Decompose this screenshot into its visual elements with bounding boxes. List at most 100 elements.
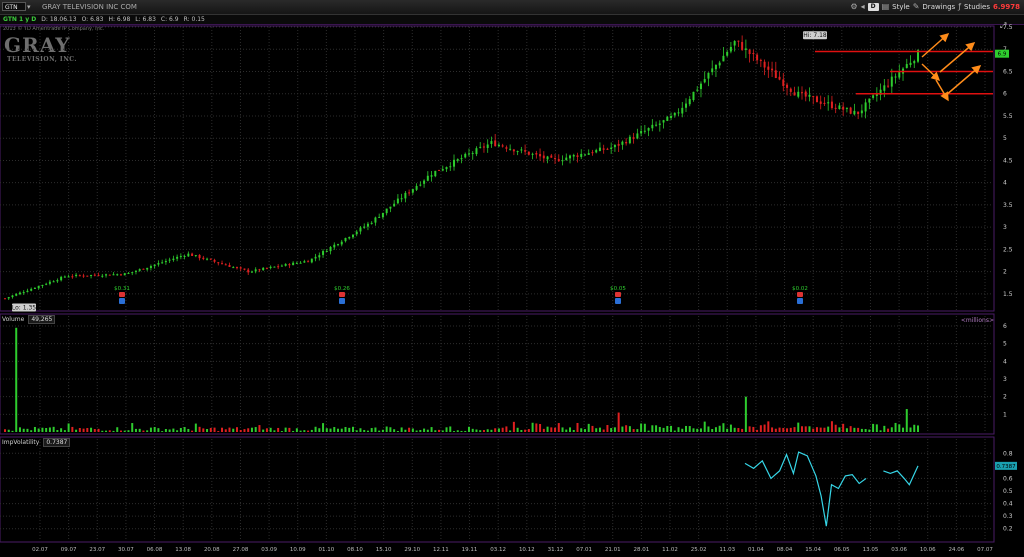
volume-bar — [269, 427, 272, 432]
volume-bar — [355, 430, 358, 432]
volume-bar — [801, 426, 804, 432]
volume-bar — [389, 427, 392, 432]
volume-bar — [153, 427, 156, 432]
candle-body — [37, 285, 40, 289]
volume-bar — [235, 427, 238, 432]
volume-bar — [243, 429, 246, 432]
candle-body — [647, 128, 650, 131]
iv-line — [744, 451, 867, 527]
volume-bar — [385, 426, 388, 432]
candle-body — [613, 144, 616, 148]
volume-bar — [482, 430, 485, 432]
candle-body — [344, 237, 347, 242]
volume-bar — [408, 427, 411, 432]
volume-bar — [217, 431, 220, 432]
candle-body — [138, 269, 141, 271]
candle-body — [134, 270, 137, 272]
event-icon — [797, 298, 803, 304]
volume-label-group: Volume 49,265 — [2, 315, 56, 324]
candle-body — [221, 263, 224, 265]
candle-body — [63, 276, 66, 278]
candle-body — [247, 269, 250, 273]
candle-body — [333, 244, 336, 248]
x-tick-label: 07.01 — [576, 547, 592, 553]
candle-body — [509, 148, 512, 150]
candle-body — [243, 268, 246, 270]
candle-body — [782, 79, 785, 86]
candle-body — [890, 76, 893, 87]
volume-bar — [105, 430, 108, 432]
volume-bar — [351, 426, 354, 432]
candle-body — [430, 175, 433, 177]
candle-body — [108, 274, 111, 276]
candle-body — [363, 226, 366, 228]
volume-bar — [527, 429, 530, 432]
candle-body — [569, 155, 572, 159]
candle-body — [501, 145, 504, 147]
volume-bar — [262, 429, 265, 432]
candle-body — [15, 293, 18, 296]
volume-bar — [557, 423, 560, 432]
x-tick-label: 01.04 — [748, 547, 764, 553]
candle-body — [329, 246, 332, 252]
volume-bar — [812, 428, 815, 432]
candle-body — [419, 184, 422, 186]
volume-bar — [202, 428, 205, 432]
volume-bar — [494, 428, 497, 432]
candle-body — [565, 157, 568, 161]
candle-body — [209, 258, 212, 260]
candle-body — [101, 275, 104, 277]
volume-bar — [280, 431, 283, 432]
candle-body — [206, 258, 209, 260]
volume-bar — [875, 424, 878, 432]
candle-body — [909, 62, 912, 66]
candle-body — [707, 72, 710, 79]
x-tick-label: 20.08 — [204, 547, 220, 553]
volume-bar — [82, 428, 85, 432]
volume-bar — [849, 426, 852, 432]
volume-bar — [655, 425, 658, 432]
candle-body — [722, 55, 725, 62]
volume-bar — [647, 430, 650, 432]
volume-bar — [842, 423, 845, 432]
price-y-tick: 1.5 — [1003, 291, 1013, 298]
candle-body — [67, 276, 70, 278]
candle-body — [737, 40, 740, 42]
x-tick-label: 10.09 — [290, 547, 306, 553]
volume-bar — [576, 422, 579, 432]
volume-bar — [445, 427, 448, 432]
candle-body — [295, 262, 298, 264]
candle-body — [860, 110, 863, 114]
volume-bar — [774, 428, 777, 432]
volume-bar — [737, 428, 740, 432]
candle-body — [60, 276, 63, 281]
candle-body — [636, 133, 639, 139]
volume-bar — [164, 428, 167, 432]
candle-body — [337, 244, 340, 246]
candle-body — [198, 254, 201, 259]
candle-body — [524, 150, 527, 152]
candle-body — [696, 89, 699, 91]
candle-body — [366, 223, 369, 227]
volume-bar — [834, 424, 837, 432]
volume-bar — [366, 430, 369, 432]
volume-bar — [909, 427, 912, 432]
candle-body — [449, 166, 452, 168]
candle-body — [288, 264, 291, 266]
volume-bar — [456, 430, 459, 432]
dividend-label: $0.05 — [610, 286, 626, 292]
volume-bar — [808, 426, 811, 432]
volume-bar — [815, 427, 818, 432]
volume-bar — [250, 427, 253, 432]
event-icon — [615, 298, 621, 304]
candle-body — [41, 284, 44, 287]
volume-bar — [404, 429, 407, 432]
volume-bar — [830, 421, 833, 432]
candle-body — [539, 154, 542, 157]
x-tick-label: 03.12 — [490, 547, 506, 553]
candle-body — [273, 266, 276, 268]
price-chart[interactable]: 02.07 09.07 23.07 30.07 06.08 13.08 20.08 27.08… — [0, 0, 1024, 557]
dividend-icon — [339, 292, 345, 297]
volume-bar — [583, 429, 586, 432]
candle-body — [535, 153, 538, 155]
